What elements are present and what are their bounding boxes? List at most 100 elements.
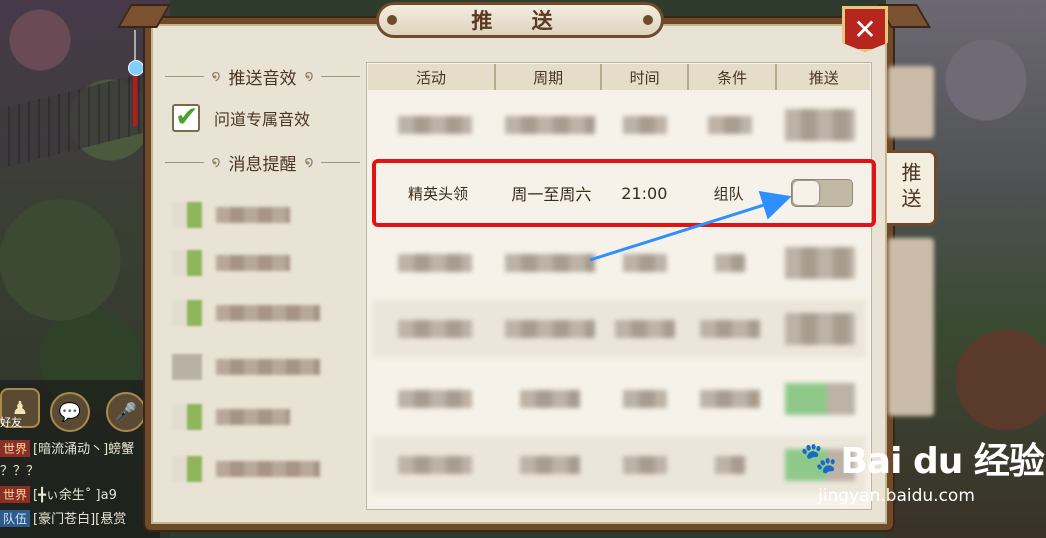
blurred-cell bbox=[397, 254, 472, 272]
chat-channel-tag: 队伍 bbox=[0, 510, 31, 527]
header-condition: 条件 bbox=[689, 64, 778, 90]
blurred-cell bbox=[520, 456, 581, 474]
cell-activity: 精英头领 bbox=[407, 184, 468, 203]
sound-section-title: 推送音效 bbox=[228, 68, 297, 89]
blurred-cell bbox=[715, 456, 746, 474]
header-push: 推送 bbox=[808, 68, 839, 87]
divider bbox=[165, 161, 204, 163]
cell-condition: 组队 bbox=[713, 184, 744, 203]
blurred-cell bbox=[397, 320, 472, 338]
sound-option-row[interactable]: 问道专属音效 bbox=[172, 100, 311, 133]
swirl-ornament-icon: ໑ bbox=[211, 154, 221, 170]
reminder-checkbox[interactable] bbox=[172, 456, 202, 482]
blurred-label bbox=[216, 255, 290, 271]
reminder-checkbox[interactable] bbox=[172, 404, 202, 430]
watermark-brand: Bai du 经验 bbox=[840, 441, 1045, 482]
chat-channel-tag: 世界 bbox=[0, 486, 31, 503]
reminder-checkbox[interactable] bbox=[172, 250, 202, 276]
reminder-checkbox[interactable] bbox=[172, 354, 202, 380]
microphone-icon[interactable]: 🎤 bbox=[106, 392, 146, 432]
chat-bubble-icon[interactable]: 💬 bbox=[50, 392, 90, 432]
table-row bbox=[372, 436, 866, 494]
blurred-toggle[interactable] bbox=[784, 247, 855, 279]
friends-label: 好友 bbox=[0, 416, 22, 429]
reminder-option-row[interactable] bbox=[172, 250, 290, 276]
reminder-checkbox[interactable] bbox=[172, 202, 202, 228]
sound-section-heading: ໑ 推送音效 ໑ bbox=[165, 64, 360, 89]
blurred-toggle[interactable] bbox=[784, 109, 855, 141]
chat-line: ？？？ bbox=[0, 460, 39, 479]
reminder-section-heading: ໑ 消息提醒 ໑ bbox=[165, 150, 360, 175]
close-icon: ✕ bbox=[853, 13, 877, 46]
divider bbox=[321, 161, 360, 163]
tab-blurred[interactable] bbox=[888, 66, 934, 138]
reminder-option-row[interactable] bbox=[172, 202, 290, 228]
blurred-cell bbox=[622, 456, 667, 474]
blurred-cell bbox=[622, 390, 667, 408]
table-row bbox=[372, 96, 866, 154]
blurred-cell bbox=[622, 116, 667, 134]
watermark-url: jingyan.baidu.com bbox=[818, 486, 975, 506]
table-row bbox=[372, 300, 866, 358]
close-button[interactable]: ✕ bbox=[842, 6, 888, 52]
ornament-icon bbox=[128, 30, 144, 130]
chat-line: 世界 [╋ぃ余生˚ ]a9 bbox=[0, 484, 117, 503]
blurred-cell bbox=[708, 116, 753, 134]
blurred-cell bbox=[397, 456, 472, 474]
sound-checkbox[interactable] bbox=[172, 100, 200, 133]
sound-option-label: 问道专属音效 bbox=[214, 110, 311, 129]
dialog-title: 推 送 bbox=[376, 2, 664, 38]
blurred-cell bbox=[505, 254, 596, 272]
blurred-cell bbox=[700, 390, 761, 408]
blurred-label bbox=[216, 207, 290, 223]
chat-message: [╋ぃ余生˚ ]a9 bbox=[33, 488, 117, 503]
reminder-checkbox[interactable] bbox=[172, 300, 202, 326]
blurred-cell bbox=[622, 254, 667, 272]
swirl-ornament-icon: ໑ bbox=[304, 154, 314, 170]
reminder-option-row[interactable] bbox=[172, 404, 290, 430]
blurred-toggle[interactable] bbox=[784, 383, 855, 415]
blurred-cell bbox=[397, 390, 472, 408]
blurred-cell bbox=[700, 320, 761, 338]
blurred-cell bbox=[505, 320, 596, 338]
chat-message: [暗流涌动丶]螃蟹 bbox=[33, 442, 135, 457]
blurred-cell bbox=[715, 254, 746, 272]
cell-cycle: 周一至周六 bbox=[511, 185, 592, 204]
divider bbox=[321, 75, 360, 77]
toggle-knob bbox=[792, 181, 819, 205]
blurred-cell bbox=[397, 116, 472, 134]
tab-blurred[interactable] bbox=[888, 238, 934, 416]
highlighted-table-row: 精英头领 周一至周六 21:00 组队 bbox=[372, 159, 876, 227]
chat-message: [豪门苍白][悬赏 bbox=[33, 512, 127, 527]
table-row bbox=[372, 234, 866, 292]
blurred-label bbox=[216, 305, 320, 321]
reminder-option-row[interactable] bbox=[172, 354, 320, 380]
divider bbox=[165, 75, 204, 77]
blurred-label bbox=[216, 359, 320, 375]
blurred-label bbox=[216, 461, 320, 477]
cell-time: 21:00 bbox=[621, 183, 668, 203]
reminder-option-row[interactable] bbox=[172, 456, 320, 482]
push-toggle[interactable] bbox=[790, 179, 853, 207]
swirl-ornament-icon: ໑ bbox=[211, 68, 221, 84]
baidu-watermark: 🐾 Bai du 经验 jingyan.baidu.com bbox=[800, 432, 1045, 507]
blurred-cell bbox=[505, 116, 596, 134]
blurred-toggle[interactable] bbox=[784, 313, 855, 345]
chat-line: 世界 [暗流涌动丶]螃蟹 bbox=[0, 438, 134, 457]
header-time: 时间 bbox=[602, 64, 689, 90]
blurred-cell bbox=[614, 320, 675, 338]
paw-logo-icon: 🐾 bbox=[800, 440, 837, 476]
table-row bbox=[372, 370, 866, 428]
header-cycle: 周期 bbox=[496, 64, 603, 90]
header-activity: 活动 bbox=[368, 64, 496, 90]
tab-push[interactable]: 推送 bbox=[887, 150, 937, 226]
chat-channel-tag: 世界 bbox=[0, 440, 31, 457]
chat-message: ？？？ bbox=[0, 464, 40, 479]
table-header: 活动 周期 时间 条件 推送 bbox=[368, 64, 870, 90]
chat-panel[interactable]: 世界 [暗流涌动丶]螃蟹 ？？？ 世界 [╋ぃ余生˚ ]a9 队伍 [豪门苍白][悬赏 bbox=[0, 436, 150, 536]
reminder-section-title: 消息提醒 bbox=[228, 154, 297, 175]
chat-line: 队伍 [豪门苍白][悬赏 bbox=[0, 508, 126, 527]
blurred-cell bbox=[520, 390, 581, 408]
blurred-label bbox=[216, 409, 290, 425]
reminder-option-row[interactable] bbox=[172, 300, 320, 326]
